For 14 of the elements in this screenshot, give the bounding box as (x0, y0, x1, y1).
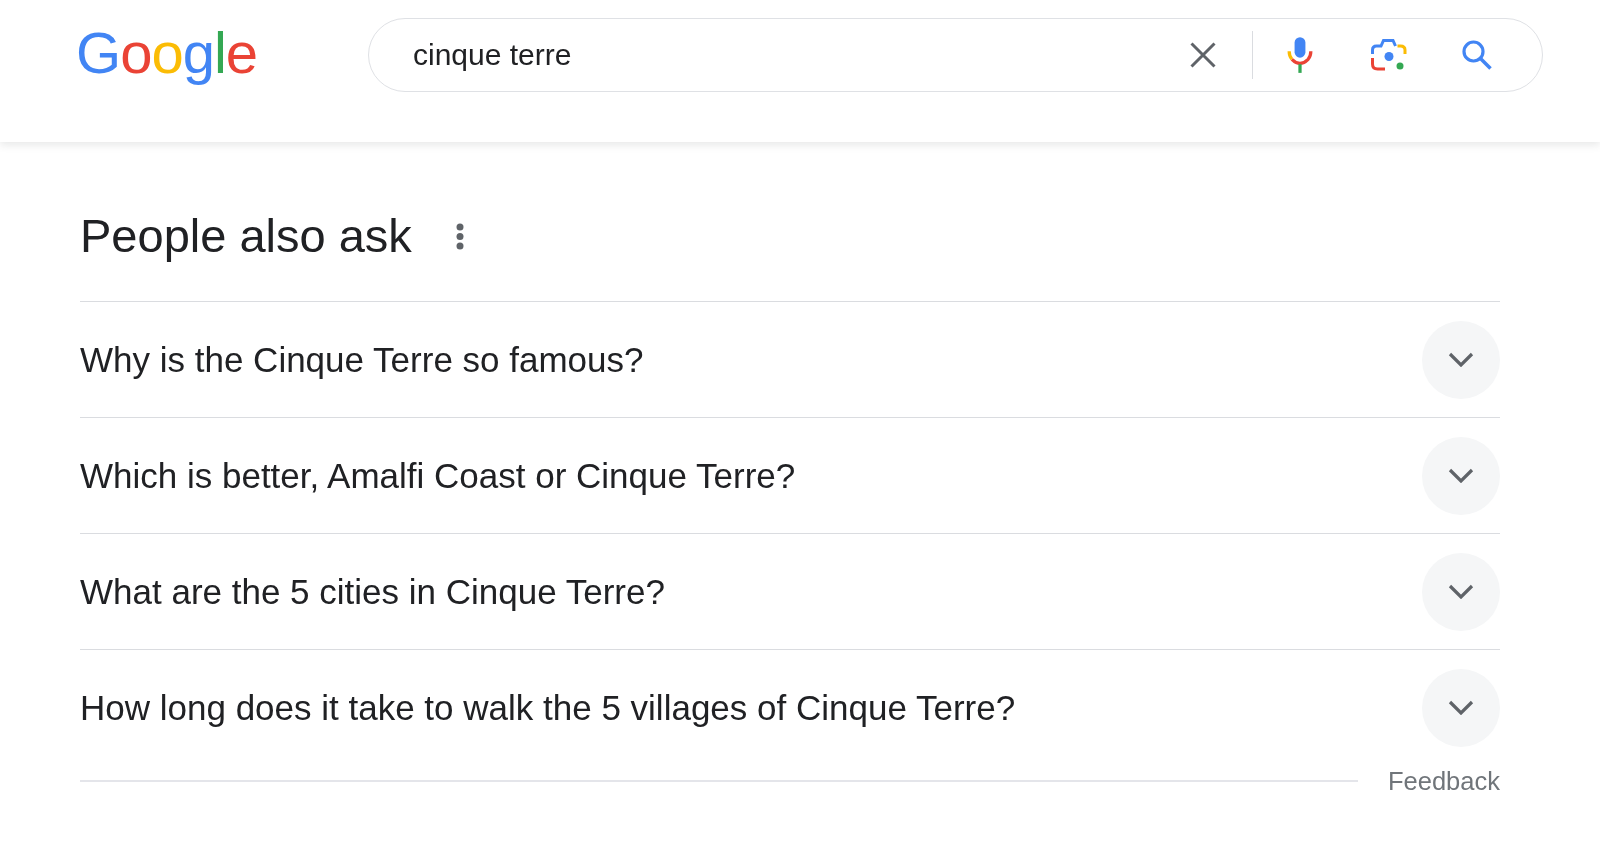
search-input[interactable]: cinque terre (413, 34, 1181, 76)
vertical-dots-icon (455, 222, 464, 250)
logo[interactable]: Google (76, 24, 258, 86)
microphone-icon (1287, 37, 1313, 73)
question-text[interactable]: Why is the Cinque Terre so famous? (80, 339, 644, 380)
question-text[interactable]: Which is better, Amalfi Coast or Cinque Terre? (80, 455, 796, 496)
close-icon (1190, 42, 1216, 68)
search-icon (1462, 40, 1492, 70)
section-title: People also ask (80, 209, 412, 263)
feedback-link[interactable]: Feedback (1388, 766, 1500, 796)
question-text[interactable]: What are the 5 cities in Cinque Terre? (80, 571, 665, 612)
question-text[interactable]: How long does it take to walk the 5 villages of Cinque Terre? (80, 687, 1016, 728)
search-bar[interactable]: cinque terre (368, 18, 1543, 92)
camera-lens-icon (1371, 39, 1407, 71)
